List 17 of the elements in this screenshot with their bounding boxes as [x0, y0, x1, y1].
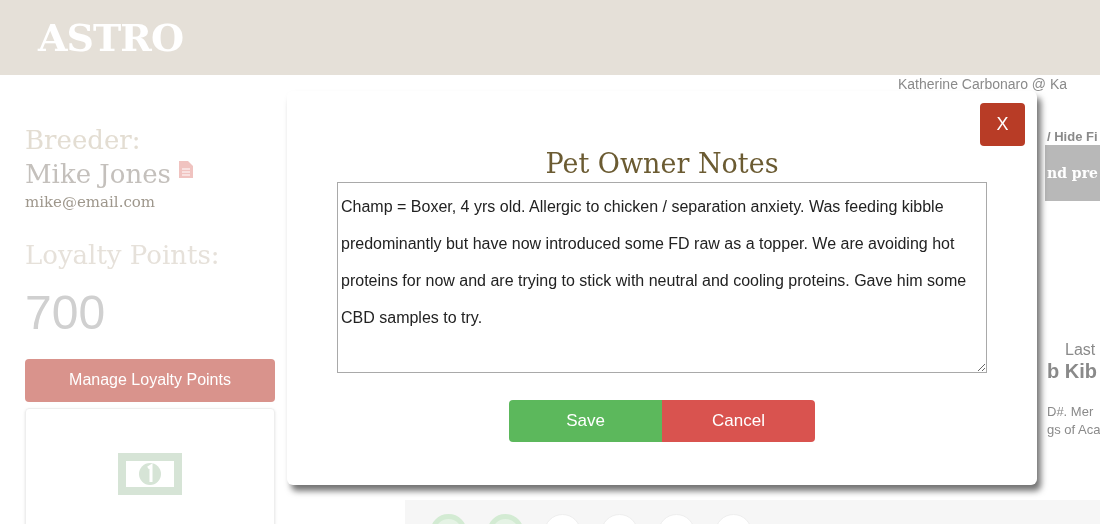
- save-button[interactable]: Save: [509, 400, 662, 442]
- user-name: Katherine Carbonaro @ Ka: [898, 77, 1068, 91]
- close-button[interactable]: X: [980, 103, 1025, 146]
- cancel-button[interactable]: Cancel: [662, 400, 815, 442]
- product-detail: gs of Aca: [1047, 421, 1100, 439]
- hide-link[interactable]: / Hide Fi: [1047, 127, 1098, 147]
- manage-loyalty-points-button[interactable]: Manage Loyalty Points: [25, 358, 275, 402]
- modal-title: Pet Owner Notes: [545, 147, 779, 181]
- product-detail: D#. Mer: [1047, 403, 1094, 421]
- money-bill-icon: [118, 452, 182, 495]
- banner-bar: nd pre: [1045, 145, 1100, 201]
- breeder-email: mike@email.com: [25, 192, 157, 213]
- product-name: b Kib: [1047, 359, 1097, 384]
- document-icon[interactable]: [178, 161, 193, 178]
- breeder-name: Mike Jones: [25, 158, 171, 191]
- notes-field[interactable]: Champ = Boxer, 4 yrs old. Allergic to chicken / separation anxiety. Was feeding kibble predominantly but have now introduced some FD raw as a topper. We are avoiding hot proteins for now and are trying to stick with neutral and cooling proteins. Gave him some CBD samples to try.: [337, 182, 987, 373]
- last-label: Last: [1065, 340, 1096, 360]
